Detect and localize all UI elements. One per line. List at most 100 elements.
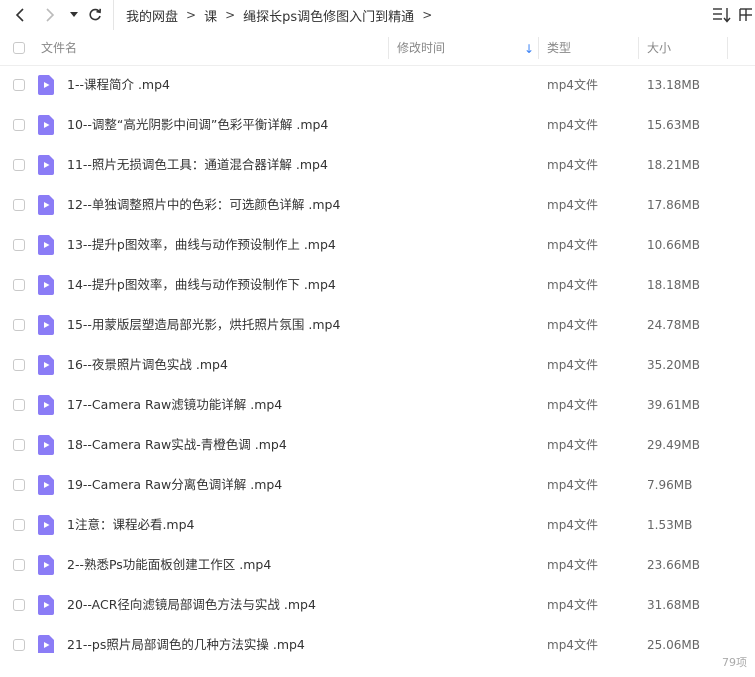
file-size: 7.96MB	[647, 478, 693, 492]
file-type: mp4文件	[547, 198, 598, 212]
file-size: 10.66MB	[647, 238, 700, 252]
row-checkbox[interactable]	[13, 519, 25, 531]
file-type: mp4文件	[547, 278, 598, 292]
file-row[interactable]: 1注意：课程必看.mp4 mp4文件 1.53MB	[0, 505, 755, 545]
row-checkbox[interactable]	[13, 439, 25, 451]
select-all-checkbox[interactable]	[13, 42, 25, 54]
row-checkbox[interactable]	[13, 319, 25, 331]
file-name: 1注意：课程必看.mp4	[67, 517, 195, 532]
file-type: mp4文件	[547, 358, 598, 372]
file-browser: 我的网盘 > 课 > 绳探长ps调色修图入门到精通 > 文件名 修改时间 ↓ 类…	[0, 0, 755, 677]
refresh-icon	[89, 8, 101, 21]
file-row[interactable]: 14--提升p图效率，曲线与动作预设制作下 .mp4 mp4文件 18.18MB	[0, 265, 755, 305]
row-checkbox[interactable]	[13, 199, 25, 211]
file-type: mp4文件	[547, 478, 598, 492]
column-type[interactable]: 类型	[547, 31, 571, 65]
column-divider[interactable]	[727, 37, 728, 59]
video-file-icon	[38, 235, 54, 255]
breadcrumb-item[interactable]: 课	[204, 6, 217, 25]
file-row[interactable]: 1--课程简介 .mp4 mp4文件 13.18MB	[0, 65, 755, 105]
file-row[interactable]: 17--Camera Raw滤镜功能详解 .mp4 mp4文件 39.61MB	[0, 385, 755, 425]
file-name: 17--Camera Raw滤镜功能详解 .mp4	[67, 397, 283, 412]
file-name: 18--Camera Raw实战-青橙色调 .mp4	[67, 437, 287, 452]
file-row[interactable]: 2--熟悉Ps功能面板创建工作区 .mp4 mp4文件 23.66MB	[0, 545, 755, 585]
file-row[interactable]: 10--调整“高光阴影中间调”色彩平衡详解 .mp4 mp4文件 15.63MB	[0, 105, 755, 145]
column-divider[interactable]	[638, 37, 639, 59]
file-row[interactable]: 11--照片无损调色工具：通道混合器详解 .mp4 mp4文件 18.21MB	[0, 145, 755, 185]
file-type: mp4文件	[547, 518, 598, 532]
column-size[interactable]: 大小	[647, 31, 671, 65]
row-checkbox[interactable]	[13, 599, 25, 611]
column-name[interactable]: 文件名	[41, 31, 77, 65]
file-row[interactable]: 20--ACR径向滤镜局部调色方法与实战 .mp4 mp4文件 31.68MB	[0, 585, 755, 625]
video-file-icon	[38, 475, 54, 495]
file-size: 24.78MB	[647, 318, 700, 332]
file-type: mp4文件	[547, 438, 598, 452]
video-file-icon	[38, 435, 54, 455]
video-file-icon	[38, 555, 54, 575]
row-checkbox[interactable]	[13, 559, 25, 571]
sort-order-button[interactable]	[711, 5, 731, 25]
file-row[interactable]: 12--单独调整照片中的色彩：可选颜色详解 .mp4 mp4文件 17.86MB	[0, 185, 755, 225]
row-checkbox[interactable]	[13, 639, 25, 651]
file-size: 25.06MB	[647, 638, 700, 652]
file-row[interactable]: 15--用蒙版层塑造局部光影，烘托照片氛围 .mp4 mp4文件 24.78MB	[0, 305, 755, 345]
breadcrumb-item[interactable]: 我的网盘	[126, 6, 178, 25]
row-checkbox[interactable]	[13, 479, 25, 491]
file-size: 31.68MB	[647, 598, 700, 612]
column-header: 文件名 修改时间 ↓ 类型 大小	[0, 31, 755, 66]
column-modified[interactable]: 修改时间	[397, 31, 445, 65]
file-size: 39.61MB	[647, 398, 700, 412]
file-type: mp4文件	[547, 78, 598, 92]
breadcrumb-separator: >	[225, 8, 236, 22]
file-name: 13--提升p图效率，曲线与动作预设制作上 .mp4	[67, 237, 336, 252]
file-row[interactable]: 13--提升p图效率，曲线与动作预设制作上 .mp4 mp4文件 10.66MB	[0, 225, 755, 265]
breadcrumb-item[interactable]: 绳探长ps调色修图入门到精通	[243, 6, 414, 25]
row-checkbox[interactable]	[13, 399, 25, 411]
file-row[interactable]: 16--夜景照片调色实战 .mp4 mp4文件 35.20MB	[0, 345, 755, 385]
file-name: 2--熟悉Ps功能面板创建工作区 .mp4	[67, 557, 272, 572]
file-type: mp4文件	[547, 238, 598, 252]
file-size: 1.53MB	[647, 518, 693, 532]
status-bar: 79项	[0, 653, 755, 677]
file-row[interactable]: 19--Camera Raw分离色调详解 .mp4 mp4文件 7.96MB	[0, 465, 755, 505]
caret-down-icon	[70, 12, 78, 17]
chevron-left-icon	[15, 8, 24, 22]
view-menu-button[interactable]	[738, 5, 754, 25]
row-checkbox[interactable]	[13, 119, 25, 131]
forward-button[interactable]	[40, 0, 60, 30]
file-name: 20--ACR径向滤镜局部调色方法与实战 .mp4	[67, 597, 316, 612]
file-name: 15--用蒙版层塑造局部光影，烘托照片氛围 .mp4	[67, 317, 341, 332]
sort-list-icon	[713, 8, 731, 23]
file-name: 16--夜景照片调色实战 .mp4	[67, 357, 228, 372]
file-name: 12--单独调整照片中的色彩：可选颜色详解 .mp4	[67, 197, 341, 212]
refresh-button[interactable]	[86, 0, 104, 30]
video-file-icon	[38, 155, 54, 175]
file-size: 17.86MB	[647, 198, 700, 212]
breadcrumb: 我的网盘 > 课 > 绳探长ps调色修图入门到精通 >	[113, 0, 440, 30]
row-checkbox[interactable]	[13, 359, 25, 371]
column-divider[interactable]	[388, 37, 389, 59]
file-type: mp4文件	[547, 118, 598, 132]
file-size: 29.49MB	[647, 438, 700, 452]
row-checkbox[interactable]	[13, 159, 25, 171]
video-file-icon	[38, 115, 54, 135]
history-dropdown[interactable]	[67, 0, 81, 30]
file-name: 21--ps照片局部调色的几种方法实操 .mp4	[67, 637, 305, 652]
grid-icon	[739, 8, 752, 21]
breadcrumb-separator: >	[186, 8, 197, 22]
row-checkbox[interactable]	[13, 279, 25, 291]
back-button[interactable]	[10, 0, 30, 30]
row-checkbox[interactable]	[13, 79, 25, 91]
file-row[interactable]: 18--Camera Raw实战-青橙色调 .mp4 mp4文件 29.49MB	[0, 425, 755, 465]
video-file-icon	[38, 595, 54, 615]
video-file-icon	[38, 275, 54, 295]
video-file-icon	[38, 315, 54, 335]
file-list: 1--课程简介 .mp4 mp4文件 13.18MB 10--调整“高光阴影中间…	[0, 65, 755, 653]
sort-descending-icon: ↓	[524, 42, 535, 56]
file-type: mp4文件	[547, 598, 598, 612]
file-type: mp4文件	[547, 158, 598, 172]
column-divider[interactable]	[538, 37, 539, 59]
file-row[interactable]: 21--ps照片局部调色的几种方法实操 .mp4 mp4文件 25.06MB	[0, 625, 755, 653]
row-checkbox[interactable]	[13, 239, 25, 251]
